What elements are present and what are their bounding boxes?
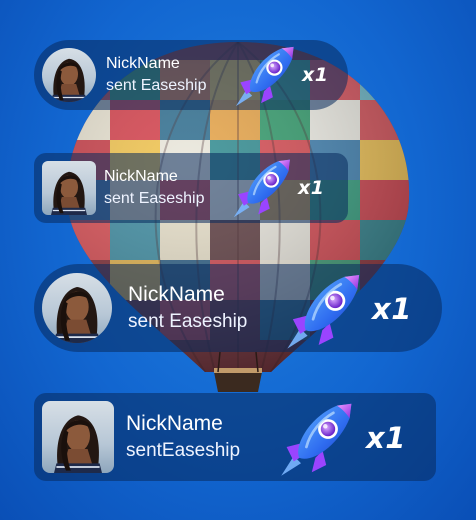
sender-nickname: NickName [106,55,180,73]
gift-count: x1 [372,292,412,326]
gift-notification-4: NickName sentEaseship x1 [34,393,436,481]
gift-count: x1 [366,421,406,455]
rocket-icon [230,38,304,112]
gift-notification-2: NickName sent Easeship x1 [34,153,348,223]
rocket-icon [274,393,364,483]
rocket-icon [280,264,372,356]
user-avatar[interactable] [42,48,96,102]
gift-count: x1 [302,64,329,86]
gift-notification-1: NickName sent Easeship x1 [34,40,348,110]
user-avatar[interactable] [42,161,96,215]
gift-count: x1 [298,177,325,199]
gift-notification-3: NickName sent Easeship x1 [34,264,442,352]
sender-nickname: NickName [128,283,225,306]
gift-message: sent Easeship [106,77,207,94]
user-avatar[interactable] [42,401,114,473]
gift-message: sent Easeship [104,190,205,207]
gift-message: sent Easeship [128,311,248,333]
rocket-icon [228,151,300,223]
user-avatar[interactable] [42,273,112,343]
sender-nickname: NickName [126,412,223,435]
sender-nickname: NickName [104,168,178,186]
gift-message: sentEaseship [126,440,241,462]
